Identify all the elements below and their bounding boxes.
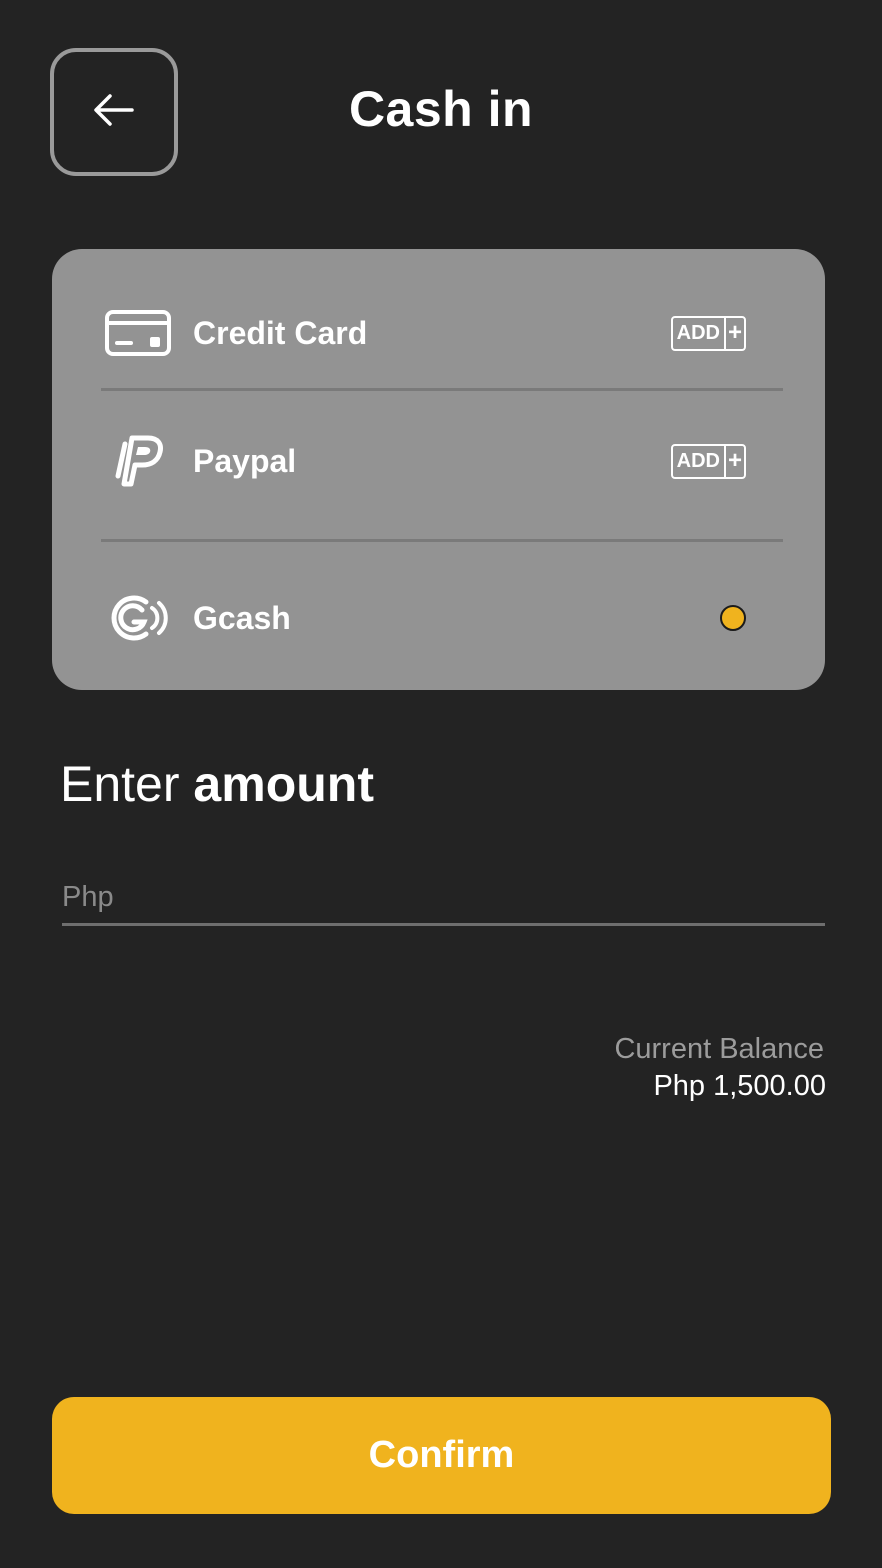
credit-card-icon: [101, 303, 175, 363]
payment-methods-card: Credit Card ADD + Paypal ADD + Gcash: [52, 249, 825, 690]
divider: [101, 539, 783, 542]
method-credit-card[interactable]: Credit Card ADD +: [101, 303, 783, 363]
method-paypal[interactable]: Paypal ADD +: [101, 431, 783, 491]
paypal-icon: [101, 431, 175, 491]
add-text: ADD: [676, 450, 720, 472]
plus-icon: +: [724, 445, 744, 477]
amount-heading-light: Enter: [60, 756, 180, 812]
balance-value: Php 1,500.00: [653, 1070, 826, 1102]
add-text: ADD: [676, 322, 720, 344]
method-label: Gcash: [193, 599, 291, 636]
plus-icon: +: [724, 317, 744, 349]
amount-heading: Enter amount: [60, 755, 374, 813]
selected-radio-indicator[interactable]: [720, 605, 746, 631]
add-credit-card-button[interactable]: ADD +: [670, 315, 746, 351]
balance-label: Current Balance: [614, 1033, 824, 1065]
amount-heading-bold: amount: [193, 756, 374, 812]
method-label: Paypal: [193, 442, 297, 479]
page-title: Cash in: [348, 81, 534, 137]
method-label: Credit Card: [193, 314, 368, 351]
confirm-button[interactable]: Confirm: [52, 1397, 831, 1514]
method-gcash[interactable]: Gcash: [101, 588, 783, 648]
divider: [101, 388, 783, 391]
amount-input[interactable]: [62, 872, 825, 926]
add-paypal-button[interactable]: ADD +: [670, 443, 746, 479]
gcash-icon: [101, 588, 175, 648]
